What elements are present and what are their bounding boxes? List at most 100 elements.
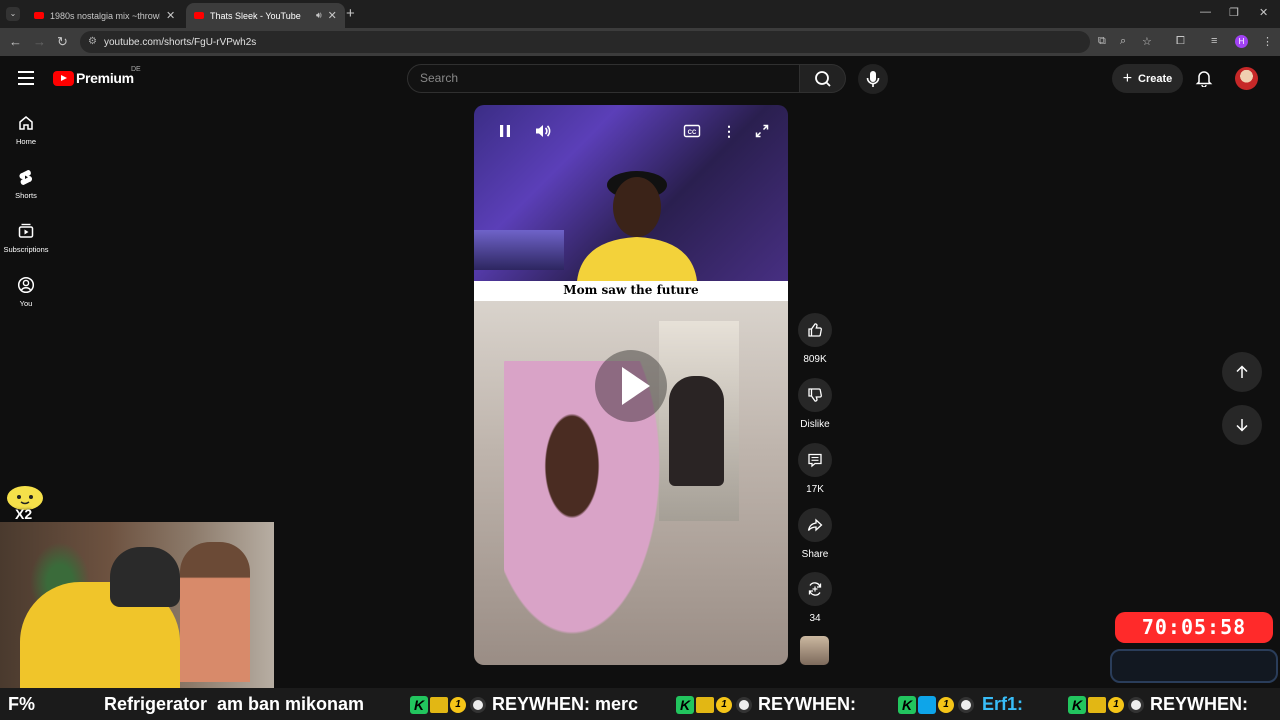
youtube-premium-logo[interactable]: Premium DE [53,66,141,86]
remix-count: 34 [809,613,821,624]
notifications-button[interactable] [1195,69,1213,92]
sidebar-item-subscriptions[interactable]: Subscriptions [0,222,52,254]
share-icon [807,518,823,532]
k-badge-icon: K [1068,696,1086,715]
ticker-text: REYWHEN: merc [492,694,639,714]
ticker-badges: K1 [1068,688,1148,720]
sidebar-item-you[interactable]: You [0,276,52,308]
media-control-icon[interactable]: ≡ [1211,35,1217,47]
comment-icon [808,453,822,468]
microphone-icon [866,71,880,87]
arrow-down-icon [1236,419,1248,432]
thumbs-down-icon [808,388,822,402]
back-icon[interactable]: ← [9,34,22,49]
close-window-icon[interactable]: ✕ [1259,6,1268,19]
browser-menu-icon[interactable]: ⋮ [1262,35,1273,48]
panda-badge-icon [470,697,486,714]
shorts-video-player[interactable]: CC ⋮ Mom saw the future [474,105,788,665]
sidebar-item-home[interactable]: Home [0,114,52,146]
play-overlay-icon[interactable] [595,350,667,422]
coin-badge-icon: 1 [938,697,954,714]
tab-list-button[interactable]: ⌄ [6,7,20,21]
minimize-icon[interactable]: — [1200,6,1211,18]
forward-icon[interactable]: → [33,34,46,49]
captions-button[interactable]: CC [683,123,701,144]
next-short-button[interactable] [1222,405,1262,445]
remix-button[interactable]: 34 [795,572,835,624]
voice-search-button[interactable] [858,64,888,94]
volume-button[interactable] [534,123,552,144]
panda-badge-icon [1128,697,1144,714]
more-options-icon[interactable]: ⋮ [722,123,736,140]
bell-icon [1195,71,1213,88]
create-label: Create [1138,72,1173,85]
you-icon [17,276,35,294]
cohost-image [180,542,250,682]
k-badge-icon: K [898,696,916,715]
panda-badge-icon [736,697,752,714]
browser-tab-2[interactable]: Thats Sleek - YouTube 🔊︎ ✕ [186,3,345,28]
country-code: DE [131,66,141,73]
share-label: Share [801,549,829,560]
stream-timer: 70:05:58 [1115,612,1273,643]
fullscreen-button[interactable] [754,123,770,144]
browser-profile-avatar[interactable]: H [1235,35,1248,48]
pause-icon [500,125,510,137]
sidebar-item-label: You [19,299,33,308]
account-avatar[interactable] [1235,67,1258,90]
youtube-logo-icon [53,70,74,86]
browser-tab-bar: ⌄ 1980s nostalgia mix ~throwbac ✕ Thats … [0,0,1280,28]
site-info-icon[interactable]: ⚙ [88,36,97,47]
reload-icon[interactable]: ↻ [57,34,68,50]
dislike-button[interactable]: Dislike [795,378,835,430]
coin-badge-icon: 1 [450,697,466,714]
close-tab-icon[interactable]: ✕ [166,9,175,22]
ticker-text: Erf1: [982,694,1024,714]
browser-tab-1[interactable]: 1980s nostalgia mix ~throwbac ✕ [26,3,183,28]
address-bar[interactable]: ⚙ youtube.com/shorts/FgU-rVPwh2s [80,31,1090,53]
subscriptions-icon [18,223,34,238]
sidebar-item-shorts[interactable]: Shorts [0,168,52,200]
shorts-icon [19,170,33,185]
menu-icon[interactable] [18,71,34,89]
restore-icon[interactable]: ❐ [1229,6,1239,19]
arrow-up-icon [1236,365,1248,378]
search-button[interactable] [800,64,846,93]
ticker-text: F% [8,694,35,714]
audio-playing-icon[interactable]: 🔊︎ [316,10,322,21]
search-icon [815,71,831,87]
create-button[interactable]: + Create [1112,64,1183,93]
sidebar-item-label: Home [15,137,36,146]
panda-badge-icon [958,697,974,714]
new-tab-button[interactable]: + [346,5,355,22]
sound-thumbnail[interactable] [800,636,829,665]
keyboard-image [474,230,564,270]
chat-ticker: F% Refrigerator am ban mikonam K1 REYWHE… [0,688,1280,720]
comments-button[interactable]: 17K [795,443,835,495]
close-tab-icon[interactable]: ✕ [328,9,337,22]
extensions-icon[interactable]: ⧠ [1176,35,1185,48]
previous-short-button[interactable] [1222,352,1262,392]
ticker-text: REYWHEN: [758,694,856,714]
emote-overlay: X2 [5,485,45,523]
ticker-badges: K1 [410,688,490,720]
tab-title: Thats Sleek - YouTube [210,10,301,21]
share-button[interactable]: Share [795,508,835,560]
browser-toolbar: ← → ↻ ⚙ youtube.com/shorts/FgU-rVPwh2s ⧉… [0,28,1280,56]
bookmark-star-icon[interactable]: ☆ [1142,35,1152,48]
pause-button[interactable] [498,123,512,144]
dislike-label: Dislike [800,419,830,430]
svg-text:CC: CC [688,130,697,136]
cap-image [110,547,180,607]
like-button[interactable]: 809K [795,313,835,365]
crown-badge-icon [430,697,448,714]
home-icon [19,116,33,130]
install-app-icon[interactable]: ⧉ [1098,35,1106,48]
sidebar-item-label: Shorts [15,191,37,200]
logo-text: Premium [76,70,134,86]
k-badge-icon: K [676,696,694,715]
crown-badge-icon [1088,697,1106,714]
zoom-icon[interactable]: ⌕ [1120,35,1126,48]
arrow-badge-icon [918,696,936,715]
search-input[interactable]: Search [407,64,800,93]
